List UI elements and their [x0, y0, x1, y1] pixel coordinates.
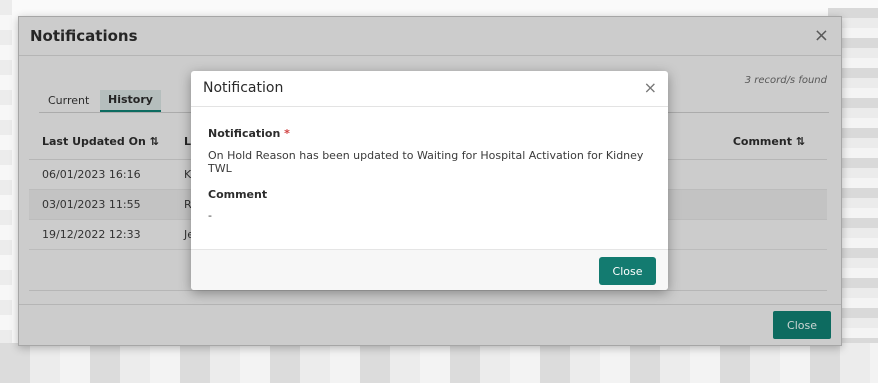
notification-label: Notification * [208, 127, 290, 140]
backdrop-bottom-edge [0, 343, 878, 383]
notification-detail-title: Notification [203, 80, 284, 96]
notification-text: On Hold Reason has been updated to Waiti… [208, 149, 644, 175]
backdrop-left-edge [0, 0, 12, 383]
close-icon[interactable]: × [644, 78, 657, 97]
notification-detail-modal: Notification × Notification * On Hold Re… [191, 71, 668, 290]
comment-label: Comment [208, 188, 268, 201]
required-marker: * [284, 127, 290, 140]
close-button[interactable]: Close [599, 257, 656, 285]
notification-detail-header: Notification × [191, 71, 668, 107]
comment-text: - [208, 209, 212, 222]
notification-detail-body: Notification * On Hold Reason has been u… [191, 107, 668, 250]
notification-detail-footer: Close [191, 249, 668, 290]
